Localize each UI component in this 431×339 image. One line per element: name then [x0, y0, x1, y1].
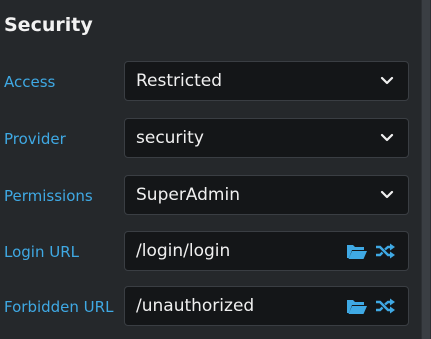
provider-label: Provider	[4, 130, 66, 148]
provider-value: security	[136, 128, 204, 148]
chevron-down-icon	[380, 190, 394, 199]
folder-open-icon[interactable]	[346, 242, 368, 260]
permissions-label: Permissions	[4, 187, 93, 205]
access-value: Restricted	[136, 71, 223, 91]
forbidden-url-label: Forbidden URL	[4, 298, 114, 316]
chevron-down-icon	[380, 133, 394, 142]
forbidden-url-value: /unauthorized	[136, 296, 255, 316]
access-row: Access Restricted	[0, 61, 414, 103]
login-url-label: Login URL	[4, 243, 79, 261]
login-url-value: /login/login	[136, 241, 231, 261]
security-panel: Security Access Restricted Provider secu…	[0, 0, 431, 339]
permissions-select[interactable]: SuperAdmin	[124, 175, 409, 215]
access-label: Access	[4, 73, 56, 91]
access-select[interactable]: Restricted	[124, 61, 409, 101]
chevron-down-icon	[380, 76, 394, 85]
permissions-value: SuperAdmin	[136, 185, 240, 205]
folder-open-icon[interactable]	[346, 297, 368, 315]
forbidden-url-row: Forbidden URL /unauthorized	[0, 286, 414, 328]
scrollbar-thumb[interactable]	[422, 0, 430, 339]
shuffle-icon[interactable]	[374, 242, 396, 260]
forbidden-url-input[interactable]: /unauthorized	[124, 286, 409, 326]
login-url-row: Login URL /login/login	[0, 231, 414, 273]
provider-row: Provider security	[0, 118, 414, 160]
login-url-input[interactable]: /login/login	[124, 231, 409, 271]
section-title: Security	[4, 14, 93, 36]
permissions-row: Permissions SuperAdmin	[0, 175, 414, 217]
provider-select[interactable]: security	[124, 118, 409, 158]
shuffle-icon[interactable]	[374, 297, 396, 315]
scrollbar-track[interactable]	[421, 0, 431, 339]
